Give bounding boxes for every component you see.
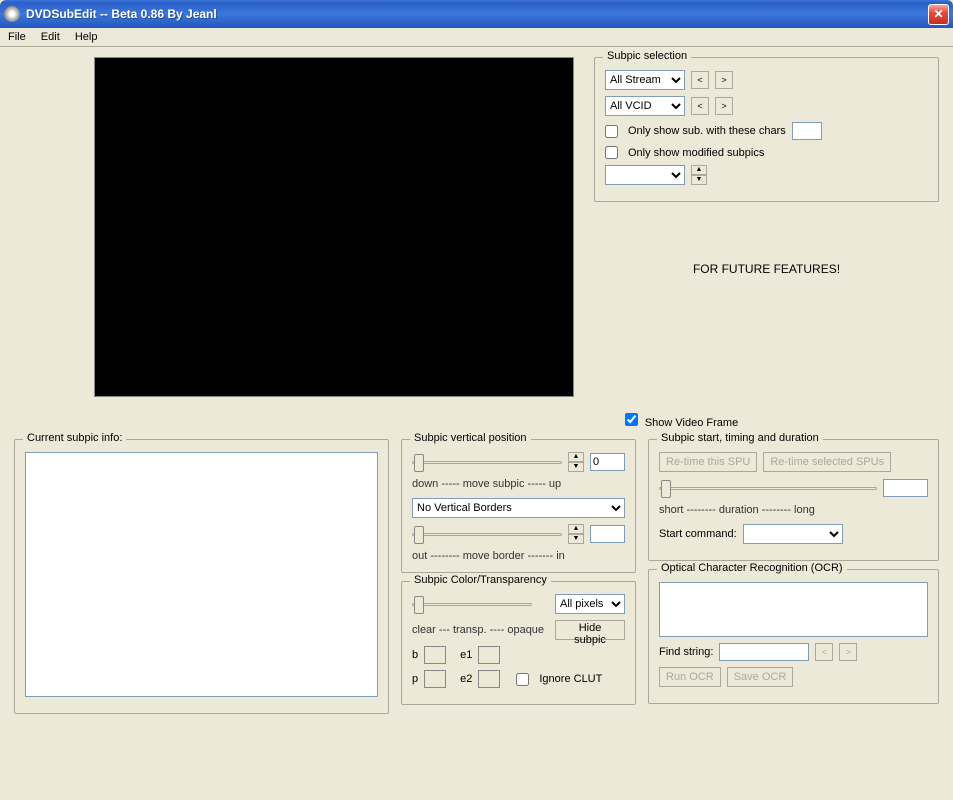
ignore-clut-label: Ignore CLUT	[539, 673, 602, 685]
titlebar: DVDSubEdit -- Beta 0.86 By Jeanl ✕	[0, 0, 953, 28]
subpic-selection-title: Subpic selection	[603, 50, 691, 62]
vpos-hint: down ----- move subpic ----- up	[412, 478, 625, 490]
color-e1-swatch[interactable]	[478, 646, 500, 664]
transp-slider[interactable]	[412, 594, 532, 614]
spinner-down[interactable]: ▼	[691, 175, 707, 185]
vpos-title: Subpic vertical position	[410, 432, 531, 444]
only-modified-label: Only show modified subpics	[628, 147, 764, 159]
ocr-title: Optical Character Recognition (OCR)	[657, 562, 847, 574]
duration-value[interactable]	[883, 479, 928, 497]
close-button[interactable]: ✕	[928, 4, 949, 25]
find-label: Find string:	[659, 646, 713, 658]
only-chars-checkbox[interactable]	[605, 125, 618, 138]
color-e2-swatch[interactable]	[478, 670, 500, 688]
retime-selected-button[interactable]: Re-time selected SPUs	[763, 452, 891, 472]
only-chars-input[interactable]	[792, 122, 822, 140]
menu-file[interactable]: File	[8, 31, 26, 43]
only-chars-label: Only show sub. with these chars	[628, 125, 786, 137]
window-title: DVDSubEdit -- Beta 0.86 By Jeanl	[26, 7, 928, 21]
stream-prev-button[interactable]: <	[691, 71, 709, 89]
save-ocr-button[interactable]: Save OCR	[727, 667, 794, 687]
borders-select[interactable]: No Vertical Borders	[412, 498, 625, 518]
color-e2-label: e2	[460, 673, 472, 685]
only-modified-checkbox[interactable]	[605, 146, 618, 159]
spinner-up[interactable]: ▲	[691, 165, 707, 175]
color-b-label: b	[412, 649, 418, 661]
find-prev-button[interactable]: <	[815, 643, 833, 661]
stream-next-button[interactable]: >	[715, 71, 733, 89]
duration-hint: short -------- duration -------- long	[659, 504, 928, 516]
video-preview	[94, 57, 574, 397]
color-p-label: p	[412, 673, 418, 685]
border-slider[interactable]	[412, 524, 562, 544]
timing-group: Subpic start, timing and duration Re-tim…	[648, 439, 939, 561]
app-icon	[4, 6, 20, 22]
show-video-checkbox[interactable]	[625, 413, 638, 426]
pixels-select[interactable]: All pixels	[555, 594, 625, 614]
vpos-spinner[interactable]: ▲▼	[568, 452, 584, 472]
ignore-clut-checkbox[interactable]	[516, 673, 529, 686]
subpic-info-title: Current subpic info:	[23, 432, 126, 444]
vpos-slider[interactable]	[412, 452, 562, 472]
vpos-value[interactable]	[590, 453, 625, 471]
color-title: Subpic Color/Transparency	[410, 574, 551, 586]
find-input[interactable]	[719, 643, 809, 661]
transp-hint: clear --- transp. ---- opaque	[412, 624, 549, 636]
subpic-selection-group: Subpic selection All Stream < > All VCID…	[594, 57, 939, 202]
future-features-label: FOR FUTURE FEATURES!	[594, 262, 939, 276]
menu-edit[interactable]: Edit	[41, 31, 60, 43]
start-cmd-label: Start command:	[659, 528, 737, 540]
border-value[interactable]	[590, 525, 625, 543]
menubar: File Edit Help	[0, 28, 953, 47]
start-cmd-select[interactable]	[743, 524, 843, 544]
run-ocr-button[interactable]: Run OCR	[659, 667, 721, 687]
vpos-group: Subpic vertical position ▲▼ down ----- m…	[401, 439, 636, 573]
show-video-label: Show Video Frame	[645, 417, 738, 429]
timing-title: Subpic start, timing and duration	[657, 432, 823, 444]
subpic-select[interactable]	[605, 165, 685, 185]
border-spinner[interactable]: ▲▼	[568, 524, 584, 544]
menu-help[interactable]: Help	[75, 31, 98, 43]
ocr-output	[659, 582, 928, 637]
color-e1-label: e1	[460, 649, 472, 661]
vcid-prev-button[interactable]: <	[691, 97, 709, 115]
color-b-swatch[interactable]	[424, 646, 446, 664]
subpic-spinner[interactable]: ▲▼	[691, 165, 707, 185]
vcid-select[interactable]: All VCID	[605, 96, 685, 116]
find-next-button[interactable]: >	[839, 643, 857, 661]
color-p-swatch[interactable]	[424, 670, 446, 688]
retime-this-button[interactable]: Re-time this SPU	[659, 452, 757, 472]
duration-slider[interactable]	[659, 478, 877, 498]
vcid-next-button[interactable]: >	[715, 97, 733, 115]
stream-select[interactable]: All Stream	[605, 70, 685, 90]
ocr-group: Optical Character Recognition (OCR) Find…	[648, 569, 939, 704]
subpic-info-group: Current subpic info:	[14, 439, 389, 714]
subpic-info-box	[25, 452, 378, 697]
color-group: Subpic Color/Transparency All pixels cle…	[401, 581, 636, 705]
border-hint: out -------- move border ------- in	[412, 550, 625, 562]
hide-subpic-button[interactable]: Hide subpic	[555, 620, 625, 640]
